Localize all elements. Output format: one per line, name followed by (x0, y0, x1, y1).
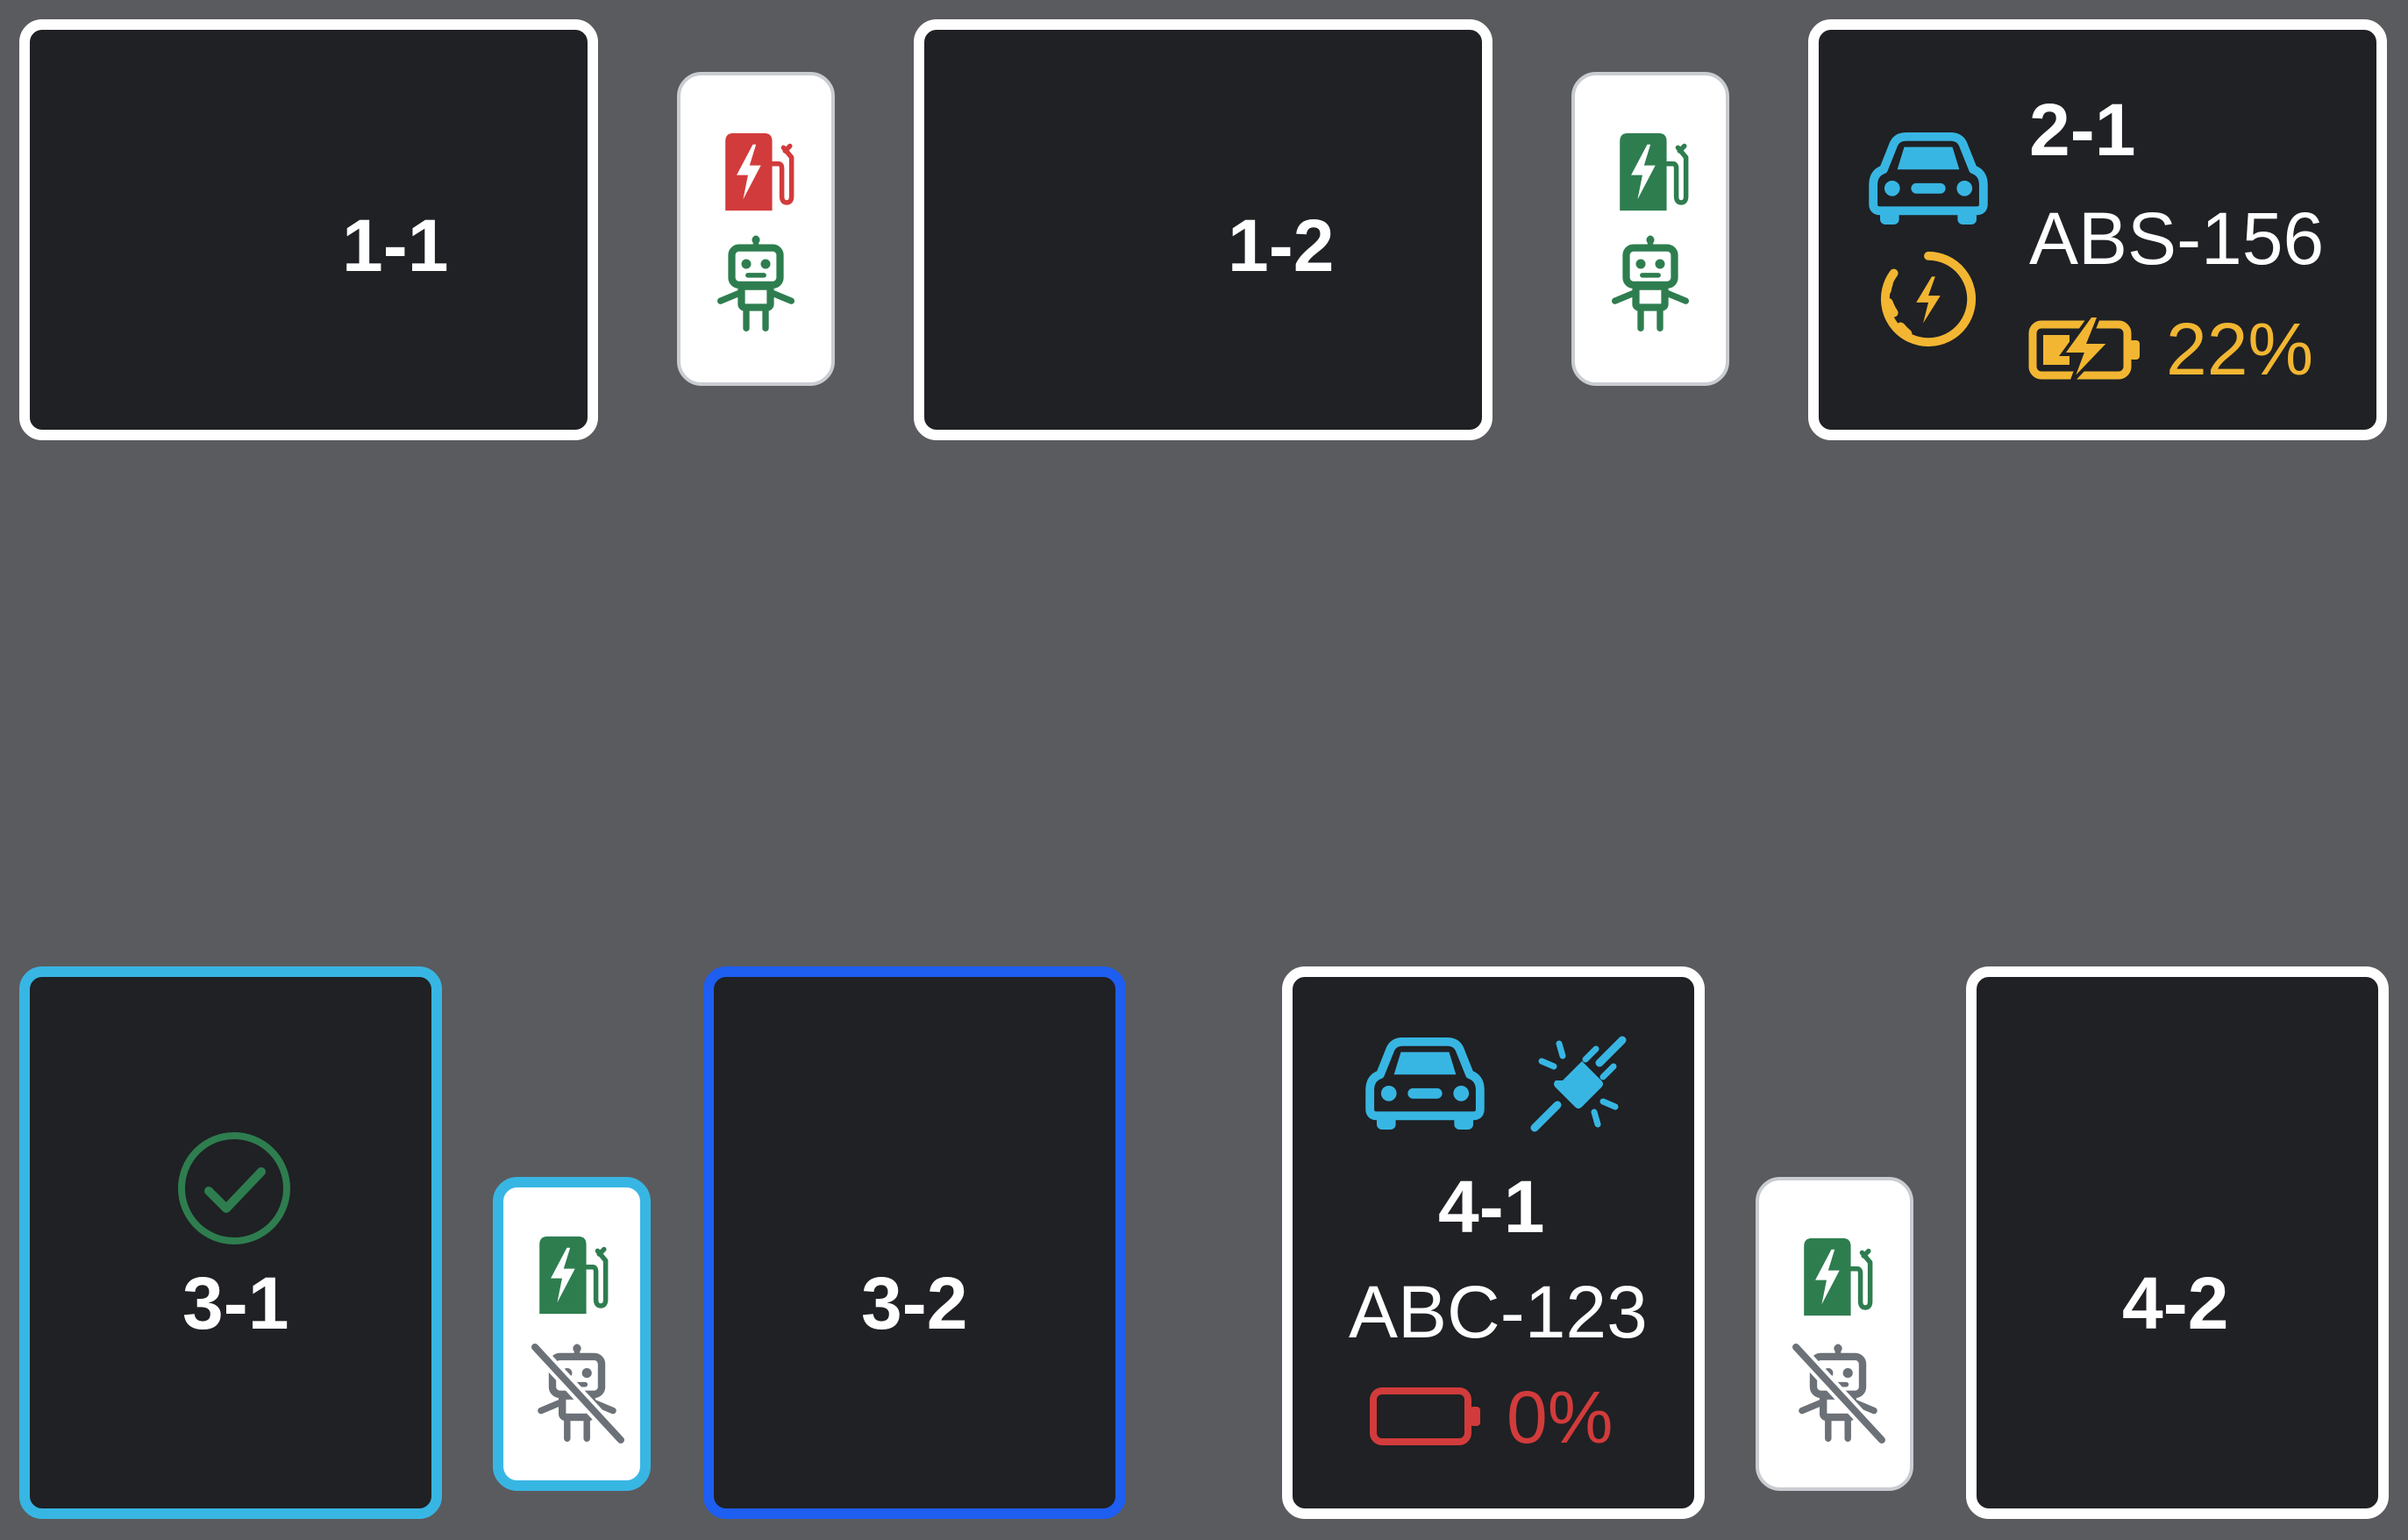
plate-number: ABC-123 (1349, 1271, 1648, 1353)
check-circle-icon (175, 1130, 293, 1247)
parking-spot-3-1[interactable]: 3-1 (19, 966, 442, 1519)
charger-1[interactable] (677, 72, 835, 386)
spot-label: 4-2 (2122, 1262, 2229, 1344)
car-icon (1364, 1037, 1485, 1131)
battery-empty-icon (1368, 1386, 1485, 1447)
battery-charging-icon (2027, 314, 2145, 384)
parking-spot-1-2[interactable]: 1-2 (914, 19, 1493, 440)
ev-charger-icon (1796, 1235, 1877, 1319)
battery-percent: 0% (1507, 1376, 1614, 1458)
parking-spot-4-2[interactable]: 4-2 (1966, 966, 2389, 1519)
spot-label: 1-1 (342, 204, 449, 287)
parking-spot-4-1[interactable]: 4-1 ABC-123 0% (1282, 966, 1705, 1519)
spot-label: 3-1 (182, 1262, 289, 1344)
battery-percent: 22% (2166, 308, 2314, 390)
robot-icon (1610, 235, 1691, 332)
charger-4[interactable] (1756, 1177, 1913, 1491)
charger-2[interactable] (1571, 72, 1729, 386)
parking-spot-3-2[interactable]: 3-2 (703, 966, 1126, 1519)
ev-charger-icon (531, 1233, 612, 1317)
robot-off-icon (530, 1340, 626, 1445)
spot-label: 4-1 (1438, 1166, 1545, 1248)
car-icon (1868, 132, 1989, 226)
plate-number: ABS-156 (2029, 197, 2325, 280)
ev-charger-icon (1612, 130, 1692, 214)
charger-3[interactable] (493, 1177, 651, 1491)
parking-spot-1-1[interactable]: 1-1 (19, 19, 598, 440)
plug-disconnected-icon (1524, 1030, 1633, 1138)
spot-label: 3-2 (861, 1262, 968, 1344)
robot-icon (716, 235, 796, 332)
robot-off-icon (1791, 1340, 1887, 1445)
charging-timer-icon (1877, 247, 1980, 351)
parking-spot-2-1[interactable]: 2-1 ABS-156 22% (1808, 19, 2387, 440)
spot-label: 1-2 (1228, 204, 1335, 287)
spot-label: 2-1 (2029, 89, 2136, 171)
ev-charger-icon (717, 130, 798, 214)
